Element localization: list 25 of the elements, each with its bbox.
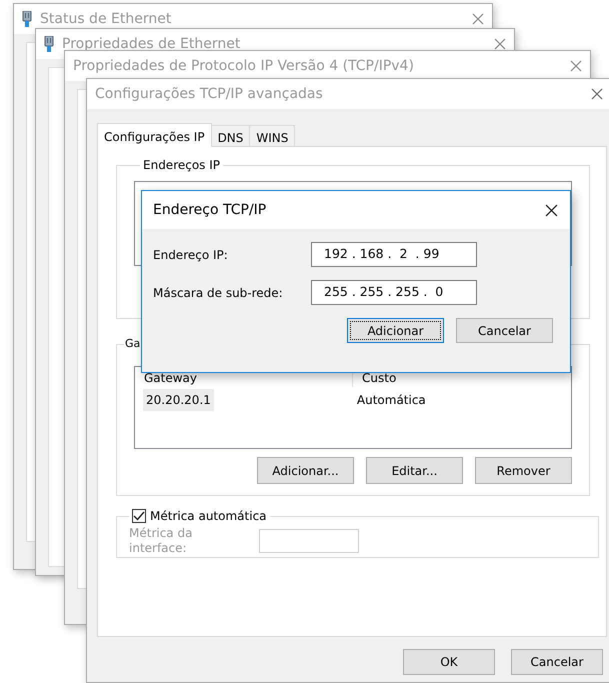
button[interactable]: Remover [475, 457, 572, 484]
group-label: Ga [124, 336, 142, 352]
dialog-title: Endereço TCP/IP [153, 200, 268, 220]
tab[interactable]: Configurações IP [97, 123, 212, 147]
button[interactable]: Adicionar... [257, 457, 354, 484]
input-field[interactable]: 255 . 255 . 255 . 0 [311, 280, 477, 305]
button[interactable]: Editar... [366, 457, 463, 484]
button[interactable]: Cancelar [511, 649, 603, 675]
window-title: Propriedades de Ethernet [62, 34, 242, 54]
field-label: Endereço IP: [153, 246, 229, 264]
field-label: Métrica da interface: [129, 526, 194, 556]
input-field[interactable]: 192 . 168 . 2 . 99 [311, 242, 477, 267]
window-title: Configurações TCP/IP avançadas [95, 84, 324, 104]
button[interactable]: OK [403, 649, 495, 675]
field-label: Máscara de sub-rede: [153, 284, 284, 302]
group-label: Endereços IP [142, 157, 222, 173]
window-title: Status de Ethernet [40, 10, 172, 28]
button[interactable]: Cancelar [456, 318, 553, 343]
table-cell-text: Automática [356, 392, 427, 409]
column-header: Custo [361, 370, 396, 387]
window-title: Propriedades de Protocolo IP Versão 4 (TCP/IPv4) [73, 56, 415, 76]
tab[interactable]: WINS [249, 125, 296, 146]
table-cell: 20.20.20.1 [143, 389, 214, 411]
button[interactable]: Adicionar [347, 318, 444, 343]
checkbox-label: Métrica automática [150, 508, 267, 524]
